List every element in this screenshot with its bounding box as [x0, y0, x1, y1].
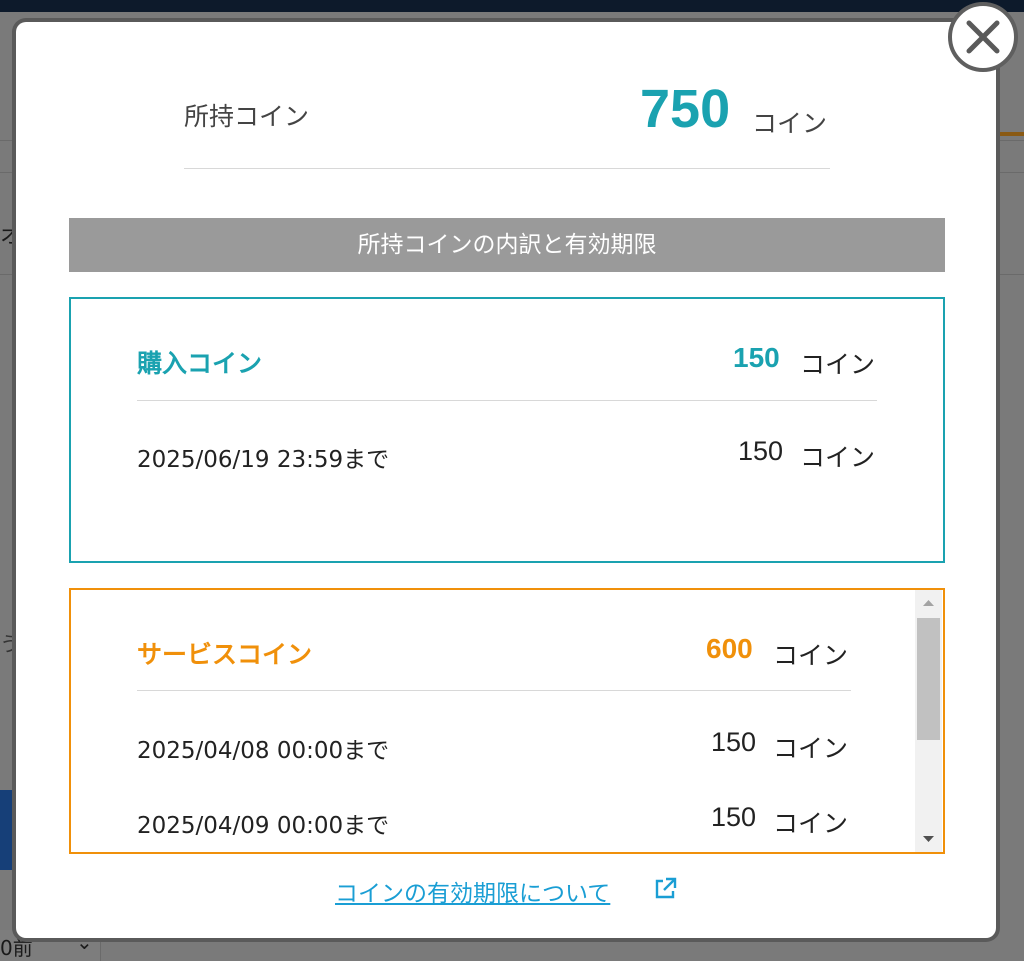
- total-coins-value: 750: [640, 79, 731, 139]
- scroll-up-arrow-icon[interactable]: [915, 590, 942, 616]
- breakdown-header: 所持コインの内訳と有効期限: [69, 218, 945, 272]
- purchase-coins-unit: コイン: [800, 350, 876, 379]
- total-coins-unit: コイン: [752, 109, 828, 138]
- service-expiry-date: 2025/04/08 00:00まで: [137, 738, 390, 764]
- purchase-expiry-date: 2025/06/19 23:59まで: [137, 447, 390, 473]
- purchase-expiry-unit: コイン: [800, 443, 876, 472]
- purchase-coins-title: 購入コイン: [137, 349, 263, 378]
- service-expiry-amount: 150: [711, 727, 757, 757]
- service-expiry-unit: コイン: [773, 809, 849, 838]
- background-top-bar: [0, 0, 1024, 12]
- close-icon: [966, 20, 1000, 54]
- background-accent-bar: [996, 132, 1024, 136]
- scroll-thumb[interactable]: [917, 618, 940, 740]
- total-coins-label: 所持コイン: [184, 102, 310, 131]
- service-coins-unit: コイン: [773, 641, 849, 670]
- purchase-expiry-amount: 150: [738, 436, 784, 466]
- purchase-coins-panel: [69, 297, 945, 563]
- purchase-coins-amount: 150: [733, 342, 780, 373]
- service-coins-amount: 600: [706, 633, 753, 664]
- service-expiry-unit: コイン: [773, 734, 849, 763]
- divider: [137, 400, 877, 401]
- divider: [137, 690, 851, 691]
- divider: [184, 168, 830, 169]
- close-button[interactable]: [948, 2, 1018, 72]
- external-link-icon[interactable]: [652, 876, 678, 902]
- service-panel-scrollbar[interactable]: [915, 590, 942, 852]
- coin-expiry-info-link[interactable]: コインの有効期限について: [335, 874, 610, 908]
- service-expiry-date: 2025/04/09 00:00まで: [137, 813, 390, 839]
- service-coins-title: サービスコイン: [137, 640, 313, 669]
- service-expiry-amount: 150: [711, 802, 757, 832]
- scroll-down-arrow-icon[interactable]: [915, 826, 942, 852]
